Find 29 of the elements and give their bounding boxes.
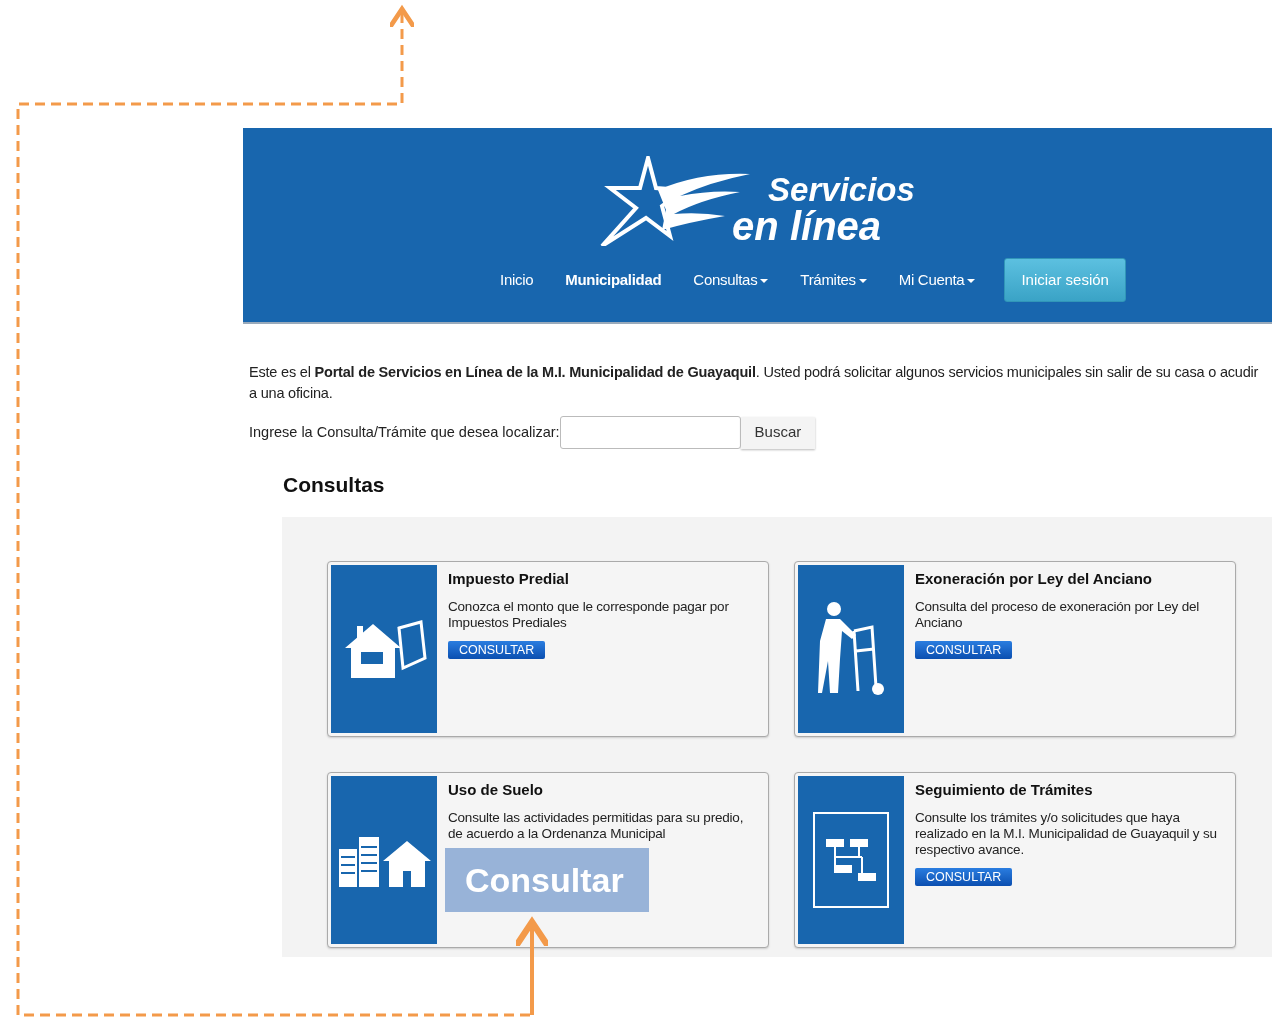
logo-text: Servicios — [768, 173, 915, 206]
nav-link[interactable]: Municipalidad — [554, 262, 673, 298]
caret-icon — [967, 278, 976, 283]
card-title: Impuesto Predial — [448, 568, 570, 589]
caret-icon — [858, 278, 867, 283]
intro-paragraph: Este es el Portal de Servicios en Línea de la M.I. Municipalidad de Guayaquil. Usted podrá solicitar algunos servicios municipales sin salir de su casa o acudir a una oficina. — [248, 363, 1260, 403]
card-title: Exoneración por Ley del Anciano — [915, 568, 1153, 589]
card-description: Consulte las actividades permitidas para su predio, de acuerdo a la Ordenanza Municipal — [448, 810, 745, 842]
card-description: Consulte los trámites y/o solicitudes que haya realizado en la M.I. Municipalidad de Guayaquil y su respectivo avance. — [915, 810, 1218, 858]
consult-button[interactable]: CONSULTAR — [915, 868, 1013, 886]
nav-link[interactable]: Inicio — [489, 262, 545, 298]
search-field[interactable] — [559, 416, 741, 449]
person-walker-icon — [816, 600, 886, 697]
caret-icon — [760, 278, 769, 283]
callout-label: Consultar — [445, 848, 649, 912]
section-title: Consultas — [283, 472, 386, 498]
card-title: Seguimiento de Trámites — [915, 779, 1094, 800]
consult-button[interactable]: CONSULTAR — [915, 641, 1013, 659]
nav-link[interactable]: Consultas — [682, 262, 780, 298]
card-description: Consulta del proceso de exoneración por Ley del Anciano — [915, 599, 1201, 631]
logo-text: en línea — [732, 206, 883, 246]
card-title: Uso de Suelo — [448, 779, 545, 800]
consult-button[interactable]: CONSULTAR — [448, 641, 546, 659]
search-label: Ingrese la Consulta/Trámite que desea localizar: — [249, 422, 560, 442]
search-button[interactable]: Buscar — [740, 416, 816, 449]
nav-link[interactable]: Mi Cuenta — [887, 262, 987, 298]
card-description: Conozca el monto que le corresponde pagar por Impuestos Prediales — [448, 599, 730, 631]
nav-link[interactable]: Trámites — [789, 262, 878, 298]
flowchart-icon — [812, 810, 890, 909]
